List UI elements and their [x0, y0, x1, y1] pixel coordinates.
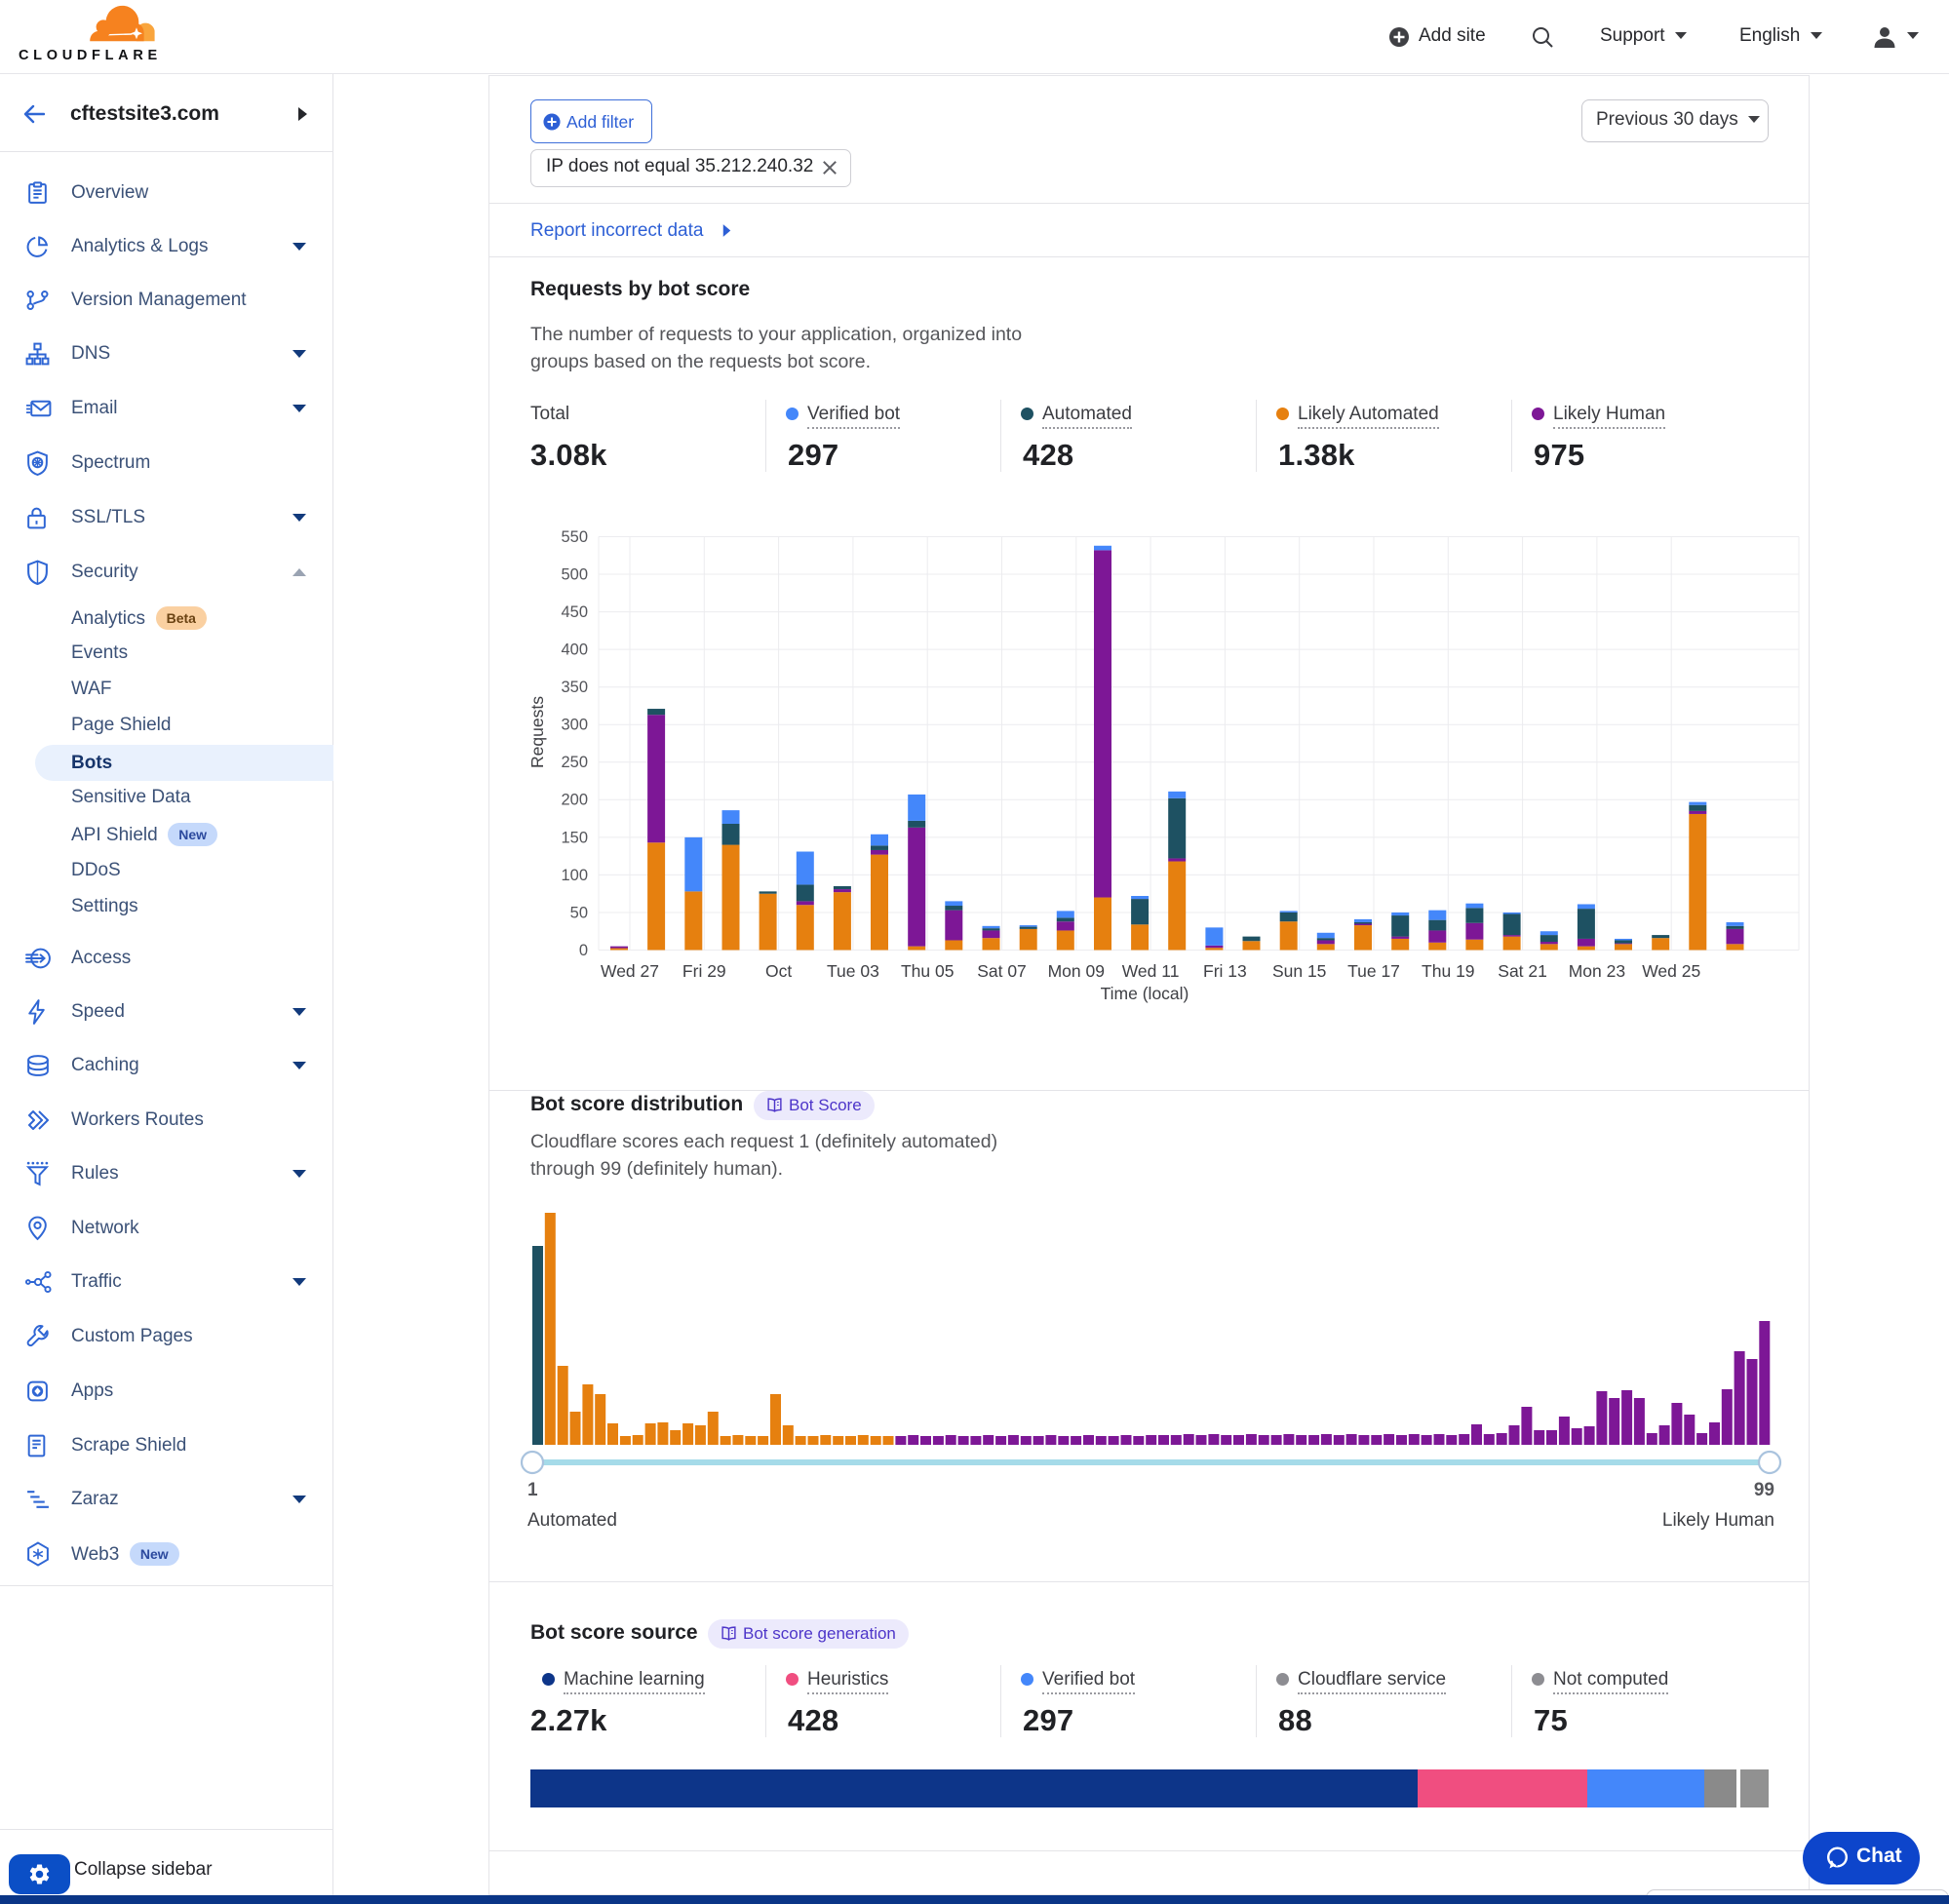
svg-text:CLOUDFLARE: CLOUDFLARE	[19, 48, 162, 63]
svg-text:Sat 07: Sat 07	[977, 961, 1027, 981]
svg-text:Automated: Automated	[527, 1510, 617, 1531]
svg-text:Sat 21: Sat 21	[1498, 961, 1547, 981]
svg-text:Mon 23: Mon 23	[1569, 961, 1625, 981]
svg-text:50: 50	[570, 904, 588, 921]
svg-text:Mon 09: Mon 09	[1048, 961, 1105, 981]
svg-text:Wed 27: Wed 27	[601, 961, 659, 981]
svg-text:450: 450	[561, 603, 588, 621]
svg-text:200: 200	[561, 792, 588, 809]
svg-text:Tue 03: Tue 03	[827, 961, 879, 981]
svg-text:99: 99	[1754, 1480, 1774, 1500]
svg-text:400: 400	[561, 641, 588, 658]
svg-text:0: 0	[579, 942, 588, 959]
svg-text:Wed 11: Wed 11	[1122, 961, 1180, 981]
svg-text:300: 300	[561, 717, 588, 734]
svg-text:Tue 17: Tue 17	[1347, 961, 1400, 981]
svg-text:150: 150	[561, 829, 588, 846]
svg-text:Sun 15: Sun 15	[1272, 961, 1326, 981]
svg-text:Thu 19: Thu 19	[1422, 961, 1474, 981]
svg-text:100: 100	[561, 867, 588, 884]
svg-text:500: 500	[561, 565, 588, 583]
svg-text:Oct: Oct	[765, 961, 792, 981]
svg-text:350: 350	[561, 679, 588, 696]
svg-text:250: 250	[561, 754, 588, 771]
svg-text:Fri 29: Fri 29	[682, 961, 726, 981]
svg-text:Requests: Requests	[527, 696, 547, 768]
svg-text:Wed 25: Wed 25	[1642, 961, 1700, 981]
svg-text:Likely Human: Likely Human	[1662, 1510, 1774, 1531]
svg-text:Thu 05: Thu 05	[901, 961, 954, 981]
svg-text:Fri 13: Fri 13	[1203, 961, 1247, 981]
svg-text:1: 1	[527, 1480, 538, 1500]
svg-text:Time (local): Time (local)	[1101, 984, 1189, 1003]
svg-text:550: 550	[561, 528, 588, 546]
